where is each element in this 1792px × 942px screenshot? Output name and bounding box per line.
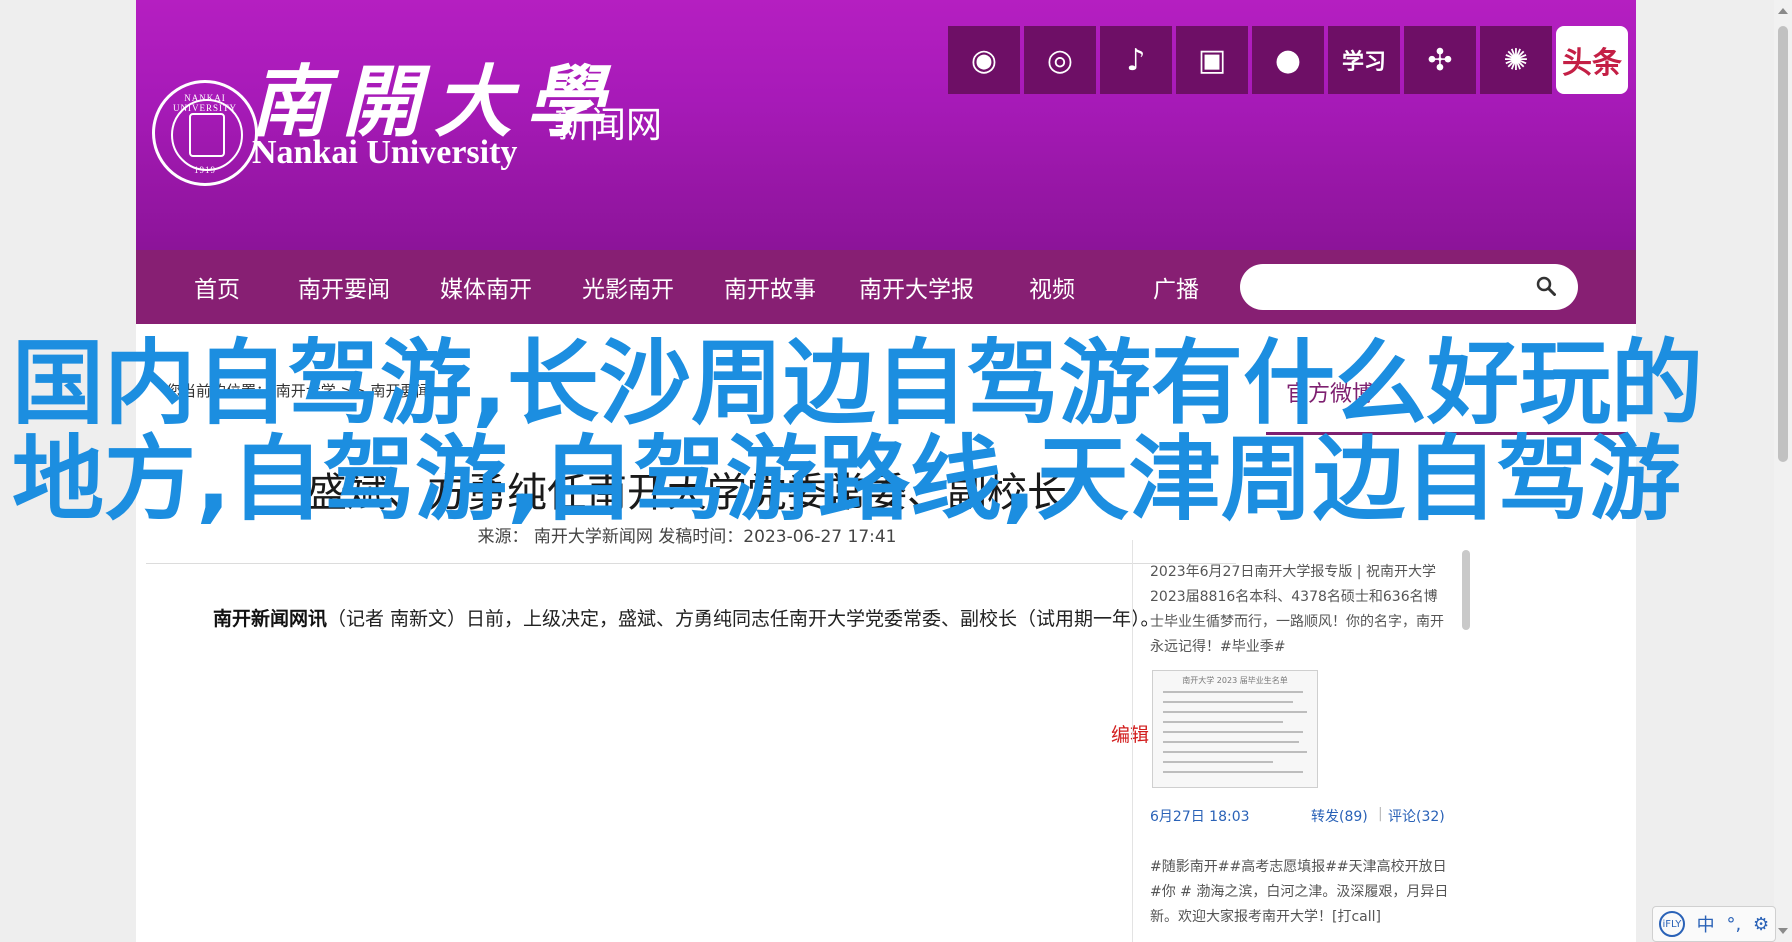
social-media-bar: ◉ ◎ ♪ ▣ ● 学习 ✣ ✺ 头条 [948,26,1628,94]
nav-item-photo[interactable]: 光影南开 [582,270,674,304]
ime-language-toggle[interactable]: 中 [1697,911,1715,937]
ifly-logo-icon[interactable]: iFLY [1658,911,1685,937]
search-box [1240,264,1578,310]
nav-item-news[interactable]: 南开要闻 [298,270,390,304]
university-seal-logo: NANKAI UNIVERSITY 1919 [152,80,258,186]
title-divider [146,563,1236,564]
search-icon[interactable] [1536,276,1556,296]
ime-toolbar: iFLY 中 °, ⚙ [1652,906,1776,942]
overlay-headline: 国内自驾游,长沙周边自驾游有什么好玩的地方,自驾游,自驾游路线,天津周边自驾游 [12,330,1703,533]
nav-item-stories[interactable]: 南开故事 [724,270,816,304]
douyin-icon[interactable]: ♪ [1100,26,1172,94]
sunflower-icon[interactable]: ✺ [1480,26,1552,94]
site-logo-english[interactable]: Nankai University [252,134,517,172]
weibo-post-time[interactable]: 6月27日 18:03 [1150,806,1250,826]
scroll-up-arrow-icon[interactable] [1778,8,1788,14]
weibo-post-text-2: #随影南开##高考志愿填报##天津高校开放日#你 # 渤海之滨，白河之津。汲深履… [1150,859,1449,925]
search-input[interactable] [1258,272,1522,304]
toutiao-icon[interactable]: 头条 [1556,26,1628,94]
nav-item-home[interactable]: 首页 [194,270,240,304]
browser-viewport: NANKAI UNIVERSITY 1919 南開大學 Nankai Unive… [0,0,1792,942]
site-logo-subtitle: 新闻网 [554,105,663,146]
thumb-caption: 南开大学 2023 届毕业生名单 [1182,676,1288,685]
article-lead: 南开新闻网讯（记者 南新文）日前，上级决定，盛斌、方勇纯同志任南开大学党委常委、… [213,604,1160,631]
weibo-icon[interactable]: ◎ [1024,26,1096,94]
weibo-repost-link[interactable]: 转发(89) [1311,806,1368,826]
seal-core [189,113,225,157]
lead-text: （记者 南新文）日前，上级决定，盛斌、方勇纯同志任南开大学党委常委、副校长（试用… [327,608,1160,630]
seal-year: 1919 [194,165,216,175]
nav-item-video[interactable]: 视频 [1029,270,1075,304]
lead-source: 南开新闻网讯 [213,608,328,630]
site-header-banner: NANKAI UNIVERSITY 1919 南開大學 Nankai Unive… [136,0,1636,250]
ime-settings-icon[interactable]: ⚙ [1753,914,1769,935]
scroll-down-arrow-icon[interactable] [1778,928,1788,934]
weibo-feed-scrollbar[interactable] [1462,550,1470,630]
nav-item-media[interactable]: 媒体南开 [440,270,532,304]
hengda-icon[interactable]: ✣ [1404,26,1476,94]
main-nav-bar: 首页 南开要闻 媒体南开 光影南开 南开故事 南开大学报 视频 广播 [136,250,1636,324]
wechat-icon[interactable]: ◉ [948,26,1020,94]
weibo-post-text: 2023年6月27日南开大学报专版 | 祝南开大学2023届8816名本科、43… [1150,564,1444,655]
weibo-comment-link[interactable]: 评论(32) [1388,806,1445,826]
page-scrollbar-thumb[interactable] [1778,26,1788,462]
kuaishou-icon[interactable]: ● [1252,26,1324,94]
weibo-post-image[interactable]: 南开大学 2023 届毕业生名单 [1152,670,1318,788]
nav-item-radio[interactable]: 广播 [1153,270,1199,304]
bilibili-icon[interactable]: ▣ [1176,26,1248,94]
weibo-footer-separator: | [1378,806,1383,822]
nav-item-newspaper[interactable]: 南开大学报 [859,270,974,304]
xuexi-icon[interactable]: 学习 [1328,26,1400,94]
page-scrollbar[interactable] [1774,0,1792,942]
ime-punctuation-toggle[interactable]: °, [1726,914,1741,935]
